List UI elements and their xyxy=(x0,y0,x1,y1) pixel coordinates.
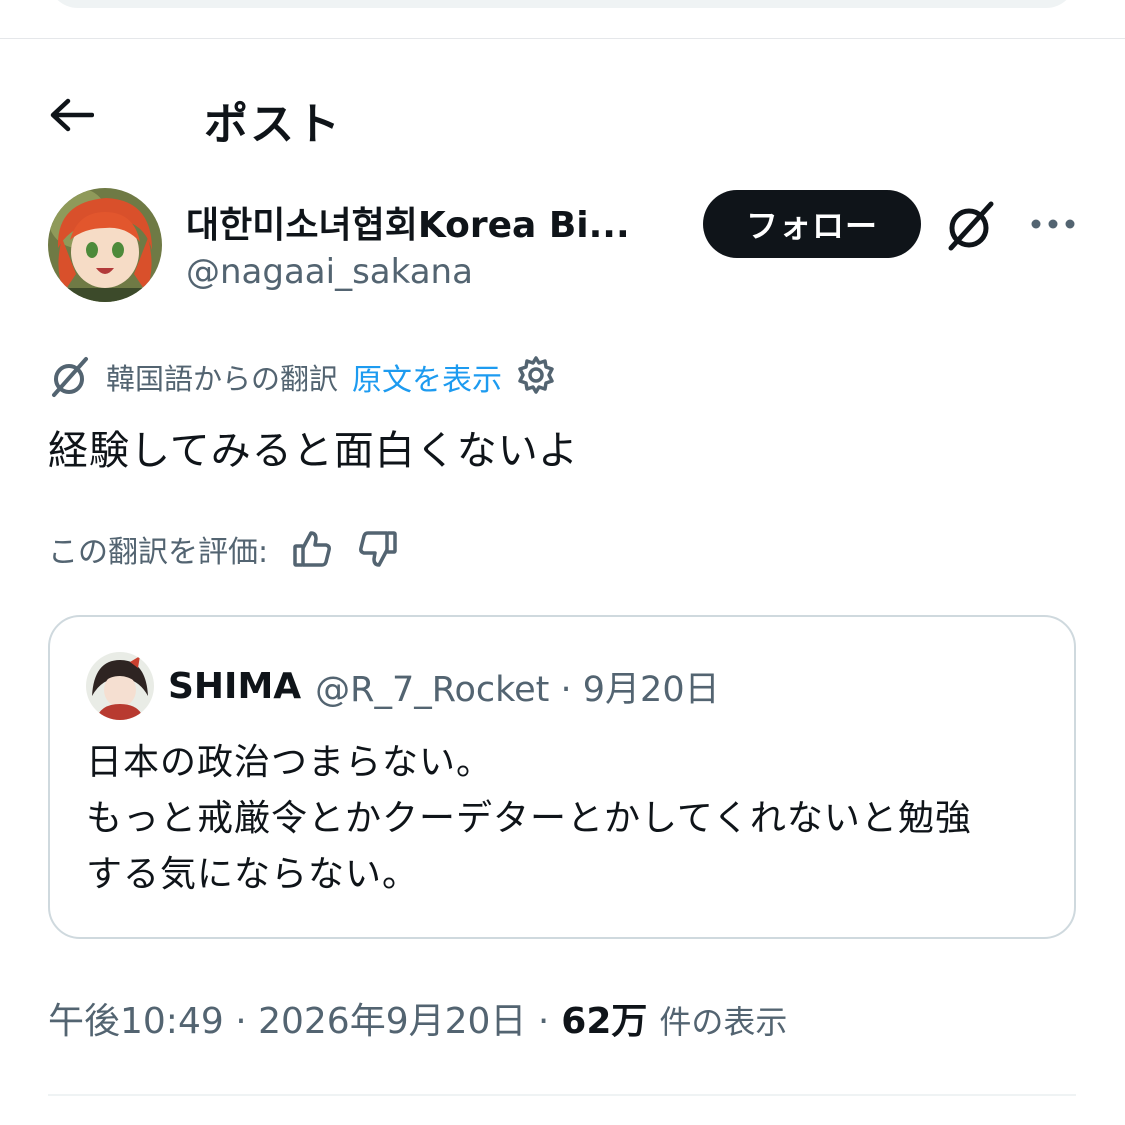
quoted-post[interactable]: SHIMA @R_7_Rocket · 9月20日 日本の政治つまらない。 もっ… xyxy=(48,615,1076,939)
grok-icon xyxy=(948,201,994,251)
quoted-post-header: SHIMA @R_7_Rocket · 9月20日 xyxy=(86,651,720,721)
tweet-text: 経験してみると面白くないよ xyxy=(48,428,579,474)
quoted-text-line: する気にならない。 xyxy=(86,854,420,895)
back-arrow-icon xyxy=(50,98,94,132)
translation-settings-button[interactable] xyxy=(516,355,556,399)
author-handle[interactable]: @nagaai_sakana xyxy=(186,252,473,292)
rate-translation-row: この翻訳を評価: xyxy=(48,524,400,574)
follow-button[interactable]: フォロー xyxy=(703,190,921,258)
quoted-post-text: 日本の政治つまらない。 もっと戒厳令とかクーデターとかしてくれないと勉強 する気… xyxy=(86,735,1046,903)
divider xyxy=(0,38,1125,39)
page-header: ポスト xyxy=(0,80,1125,150)
translation-row: 韓国語からの翻訳 原文を表示 xyxy=(48,352,556,402)
quoted-text-line: 日本の政治つまらない。 xyxy=(86,742,494,783)
thumbs-up-icon xyxy=(293,531,332,567)
translation-source-label: 韓国語からの翻訳 xyxy=(106,362,339,396)
thumbs-down-icon xyxy=(359,531,397,567)
author-row: 대한미소녀협회Korea Bi... @nagaai_sakana フォロー xyxy=(48,188,1078,306)
translate-icon xyxy=(52,357,88,397)
more-icon xyxy=(1031,219,1075,229)
quoted-author-name[interactable]: SHIMA xyxy=(168,666,301,707)
quoted-avatar[interactable] xyxy=(86,652,154,720)
divider xyxy=(48,1094,1076,1096)
post-timestamp[interactable]: 午後10:49 · 2026年9月20日 · xyxy=(48,992,549,1044)
post-meta: 午後10:49 · 2026年9月20日 · 62万 件の表示 xyxy=(48,992,787,1048)
more-button[interactable] xyxy=(1028,202,1078,246)
view-count: 62万 xyxy=(561,1001,648,1042)
thumbs-up-button[interactable] xyxy=(290,527,334,571)
view-count-label: 件の表示 xyxy=(659,1003,788,1041)
gear-icon xyxy=(518,356,554,394)
search-bar[interactable] xyxy=(48,0,1076,8)
rate-translation-label: この翻訳を評価: xyxy=(48,535,269,570)
avatar[interactable] xyxy=(48,188,162,302)
quoted-author-meta: @R_7_Rocket · 9月20日 xyxy=(315,669,720,710)
grok-button[interactable] xyxy=(943,198,999,254)
page-title: ポスト xyxy=(204,99,342,150)
quoted-text-line: もっと戒厳令とかクーデターとかしてくれないと勉強 xyxy=(86,798,972,839)
thumbs-down-button[interactable] xyxy=(356,527,400,571)
author-display-name[interactable]: 대한미소녀협회Korea Bi... xyxy=(186,196,706,248)
show-original-link[interactable]: 原文を表示 xyxy=(352,355,502,399)
back-button[interactable] xyxy=(48,90,104,140)
